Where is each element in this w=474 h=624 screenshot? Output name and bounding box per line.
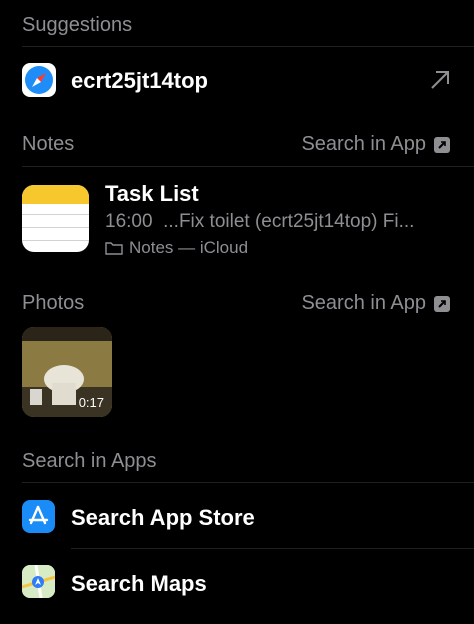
section-title-notes: Notes <box>22 133 75 155</box>
note-location-label: Notes — iCloud <box>129 238 249 257</box>
app-store-icon <box>22 500 55 533</box>
notes-search-in-app[interactable]: Search in App <box>301 133 450 156</box>
suggestion-label: ecrt25jt14top <box>71 68 208 93</box>
photos-search-in-app[interactable]: Search in App <box>301 292 450 315</box>
section-title-suggestions: Suggestions <box>22 14 133 36</box>
folder-icon <box>105 242 123 255</box>
search-in-app-label: Search in App <box>301 133 426 155</box>
search-maps-row[interactable]: Search Maps <box>0 550 474 614</box>
maps-icon <box>22 565 55 598</box>
note-location: Notes — iCloud <box>105 238 248 258</box>
search-app-store-row[interactable]: Search App Store <box>0 484 474 548</box>
safari-icon <box>22 63 56 97</box>
search-maps-label: Search Maps <box>71 571 207 596</box>
note-snippet: ...Fix toilet (ecrt25jt14top) Fi... <box>163 211 415 232</box>
search-in-app-label: Search in App <box>301 292 426 314</box>
section-title-search-in-apps: Search in Apps <box>22 450 157 472</box>
section-title-photos: Photos <box>22 292 85 314</box>
photo-thumbnail[interactable]: 0:17 <box>22 327 112 417</box>
arrow-up-right-icon <box>428 68 452 92</box>
divider <box>71 548 474 549</box>
notes-result-row[interactable]: Task List 16:00 ...Fix toilet (ecrt25jt1… <box>0 168 474 274</box>
divider <box>22 46 474 47</box>
search-app-store-label: Search App Store <box>71 505 255 530</box>
divider <box>22 482 474 483</box>
open-in-app-icon <box>434 136 450 153</box>
suggestion-row[interactable]: ecrt25jt14top <box>0 48 474 112</box>
open-in-app-icon <box>434 295 450 312</box>
note-title: Task List <box>105 181 199 206</box>
notes-app-icon <box>22 185 89 252</box>
note-time: 16:00 <box>105 211 153 232</box>
divider <box>22 166 474 167</box>
note-subtitle: 16:00 ...Fix toilet (ecrt25jt14top) Fi..… <box>105 211 414 233</box>
video-duration: 0:17 <box>78 395 104 410</box>
